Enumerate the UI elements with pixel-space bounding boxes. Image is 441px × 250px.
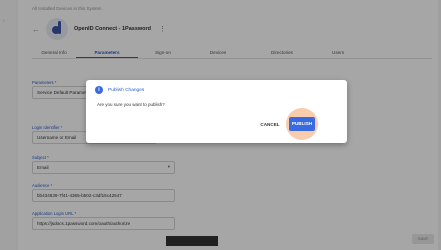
- publish-button[interactable]: PUBLISH: [289, 117, 315, 131]
- dialog-title: Publish Changes: [108, 87, 145, 93]
- dialog-message: Are you sure you want to publish?: [97, 102, 165, 107]
- dialog-header: i Publish Changes: [95, 86, 144, 94]
- publish-dialog: i Publish Changes Are you sure you want …: [86, 80, 347, 143]
- info-icon: i: [95, 86, 103, 94]
- cancel-button[interactable]: CANCEL: [258, 118, 282, 131]
